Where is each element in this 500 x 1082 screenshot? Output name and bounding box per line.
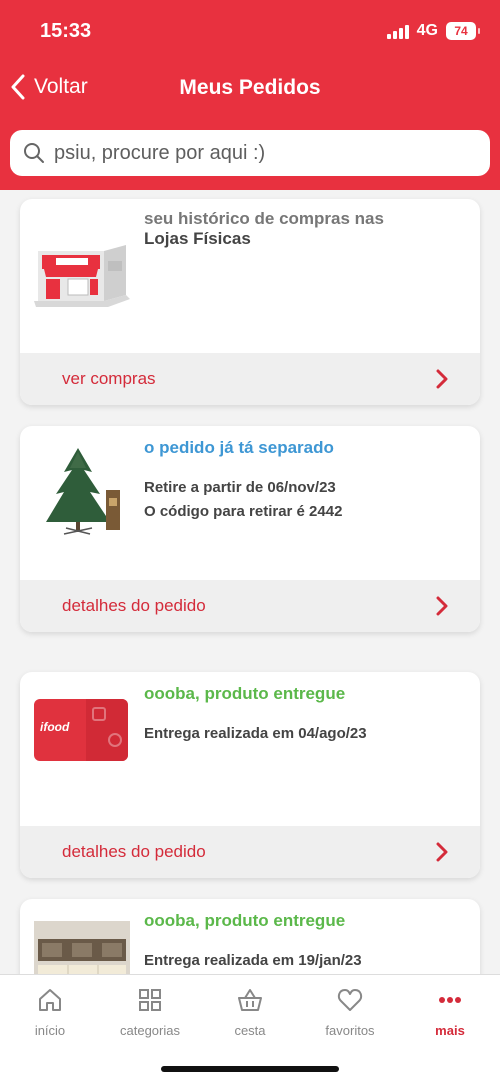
search-icon — [24, 143, 44, 163]
app-header: 15:33 4G 74 Voltar Meus Pedidos — [0, 0, 500, 190]
order-card-physical-stores: seu histórico de compras nas Lojas Físic… — [20, 199, 480, 405]
order-card-delivered: ifood oooba, produto entregue Entrega re… — [20, 672, 480, 878]
navigation-bar: Voltar Meus Pedidos — [0, 66, 500, 110]
delivery-date: Entrega realizada em 04/ago/23 — [144, 725, 367, 742]
card-body: oooba, produto entregue Entrega realizad… — [144, 909, 466, 973]
search-input[interactable] — [54, 141, 474, 165]
view-purchases-button[interactable]: ver compras — [20, 353, 480, 405]
tab-favoritos[interactable]: favoritos — [300, 987, 400, 1038]
heart-icon — [337, 989, 363, 1011]
card-body: oooba, produto entregue Entrega realizad… — [144, 682, 466, 746]
tab-label: categorias — [120, 1023, 180, 1038]
page-title: Meus Pedidos — [179, 76, 321, 99]
ifood-card-image: ifood — [34, 699, 128, 761]
history-text: seu histórico de compras nas — [144, 209, 384, 228]
network-label: 4G — [416, 22, 438, 39]
store-building-image — [34, 245, 130, 307]
tab-mais[interactable]: mais — [400, 987, 500, 1038]
card-body: seu histórico de compras nas Lojas Físic… — [144, 209, 466, 249]
grid-icon — [139, 989, 161, 1011]
order-card-pickup: o pedido já tá separado Retire a partir … — [20, 426, 480, 632]
tab-inicio[interactable]: início — [0, 987, 100, 1038]
more-dots-icon — [439, 997, 461, 1003]
order-details-label: detalhes do pedido — [62, 842, 206, 861]
battery-icon: 74 — [446, 22, 480, 40]
tab-label: mais — [435, 1023, 465, 1038]
order-details-button[interactable]: detalhes do pedido — [20, 826, 480, 878]
order-status: oooba, produto entregue — [144, 684, 346, 703]
food-doodle — [92, 707, 106, 721]
order-status: oooba, produto entregue — [144, 911, 346, 930]
order-status: o pedido já tá separado — [144, 438, 334, 457]
pickup-date: Retire a partir de 06/nov/23 — [144, 479, 336, 496]
chevron-right-icon — [436, 596, 448, 616]
christmas-tree-image — [46, 448, 120, 535]
view-purchases-label: ver compras — [62, 369, 156, 388]
order-details-button[interactable]: detalhes do pedido — [20, 580, 480, 632]
status-time: 15:33 — [40, 20, 92, 42]
tab-categorias[interactable]: categorias — [100, 987, 200, 1038]
card-body: o pedido já tá separado Retire a partir … — [144, 436, 466, 524]
home-indicator[interactable] — [161, 1066, 339, 1072]
pickup-code: O código para retirar é 2442 — [144, 503, 343, 520]
tab-label: favoritos — [325, 1023, 375, 1038]
ifood-logo: ifood — [40, 720, 70, 734]
tab-label: início — [34, 1023, 66, 1038]
search-bar[interactable] — [10, 130, 490, 176]
order-details-label: detalhes do pedido — [62, 596, 206, 615]
status-indicators: 4G 74 — [386, 22, 480, 40]
chevron-right-icon — [436, 842, 448, 862]
tab-label: cesta — [234, 1023, 266, 1038]
basket-icon — [238, 989, 262, 1011]
food-doodle — [108, 733, 122, 747]
chevron-right-icon — [436, 369, 448, 389]
signal-icon — [386, 23, 409, 39]
tab-cesta[interactable]: cesta — [200, 987, 300, 1038]
delivery-date: Entrega realizada em 19/jan/23 — [144, 952, 362, 969]
status-bar: 15:33 4G 74 — [0, 0, 500, 60]
stores-label: Lojas Físicas — [144, 229, 251, 248]
home-icon — [39, 989, 61, 1011]
